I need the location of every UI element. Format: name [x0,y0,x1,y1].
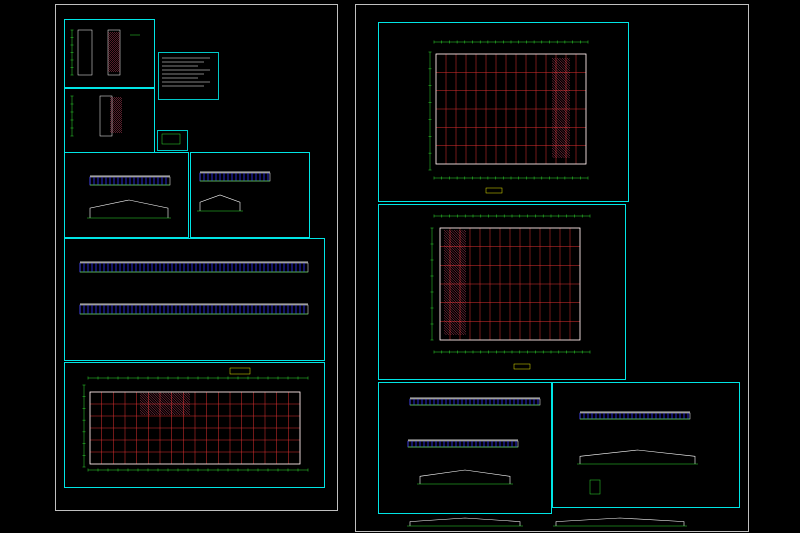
hatch-line [551,145,565,159]
hatch-line [115,31,121,37]
right-elev-2-wall [407,440,519,448]
hatch-line [119,96,123,100]
hatch-line [569,57,571,59]
hatch-line [448,229,467,248]
hatch-line [107,63,117,73]
hatch-line [551,155,555,159]
hatch-line [461,229,467,235]
hatch-line [139,412,143,416]
hatch-line [187,392,191,396]
side-gable-gable [199,194,241,211]
hatch-line [554,57,571,74]
lower-plan-title [513,363,531,370]
footer-gable-2-gable [555,517,685,526]
hatch-line [456,229,467,240]
upper-plan-title [485,187,503,194]
hatch-line [139,409,146,416]
ground-plan-title-bar [229,367,251,375]
hatch-line [109,31,121,43]
hatch-line [566,57,571,62]
small-detail-shape [161,133,181,145]
hatch-line [443,324,455,336]
hatch-line [139,394,161,416]
detail1-hatch [107,31,121,73]
hatch-line [177,392,191,406]
long-elev-1-wall [79,262,309,273]
right-gable-2-gable [579,449,696,464]
hatch-line [109,122,121,134]
hatch-line [107,69,111,73]
hatch-line [172,392,191,411]
side-elev-wall [199,172,271,182]
hatch-line [109,130,113,134]
hatch-line [107,61,119,73]
long-elev-2-wall [79,304,309,315]
detail1-col-a [77,29,93,76]
section-gable-gable [89,199,169,218]
hatch-line [113,96,123,106]
lower-plan-strip-hatch [443,229,467,336]
hatch-line [551,147,563,159]
hatch-line [139,402,153,416]
hatch-line [443,332,447,336]
upper-plan-strip-hatch [551,57,571,159]
footer-gable-1-gable [409,517,521,526]
hatch-line [111,31,121,41]
hatch-line [117,31,121,35]
hatch-line [185,392,191,398]
hatch-line [111,96,123,108]
hatch-line [463,229,467,233]
hatch-line [109,124,119,134]
hatch-line [107,67,113,73]
right-elev-3-wall [579,412,691,420]
hatch-line [443,329,450,336]
right-gable-1-gable [419,469,511,484]
right-elev-1-wall [409,398,541,406]
hatch-line [117,96,123,102]
hatch-line [443,314,465,336]
hatch-line [564,57,571,64]
hatch-line [180,392,191,403]
drawing-canvas [70,29,698,527]
detail2-col [99,95,113,137]
hatch-line [170,392,191,413]
hatch-line [556,57,571,72]
detail-box [589,479,601,495]
